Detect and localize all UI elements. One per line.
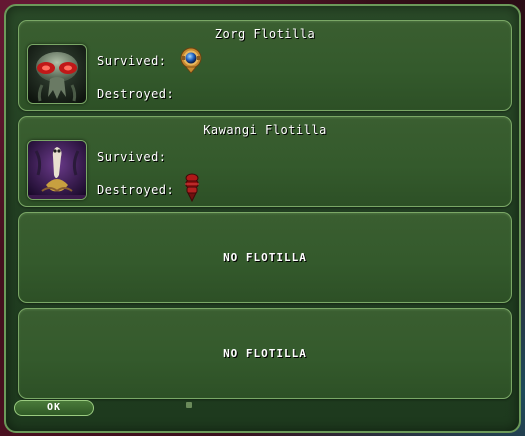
- flotilla-panel-kawangi: Kawangi Flotilla Survived: Destroyed:: [18, 116, 512, 207]
- resize-handle-icon: [186, 402, 192, 408]
- no-flotilla-text: NO FLOTILLA: [223, 251, 307, 264]
- red-segmented-ship-icon[interactable]: [182, 172, 202, 203]
- game-screen: Zorg Flotilla Survived: Destroyed: Kawan…: [0, 0, 525, 436]
- survived-label: Survived:: [97, 54, 167, 68]
- flotilla-name: Zorg Flotilla: [214, 27, 316, 41]
- flotilla-panel-empty: NO FLOTILLA: [18, 212, 512, 303]
- kawangi-alien-portrait: [27, 140, 87, 200]
- blue-orb-ship-icon[interactable]: [179, 46, 203, 74]
- flotilla-report-dialog: Zorg Flotilla Survived: Destroyed: Kawan…: [4, 4, 521, 433]
- ok-button[interactable]: OK: [14, 400, 94, 416]
- flotilla-name: Kawangi Flotilla: [203, 123, 327, 137]
- destroyed-label: Destroyed:: [97, 87, 175, 101]
- flotilla-panel-empty: NO FLOTILLA: [18, 308, 512, 399]
- flotilla-panel-zorg: Zorg Flotilla Survived: Destroyed:: [18, 20, 512, 111]
- destroyed-label: Destroyed:: [97, 183, 175, 197]
- survived-label: Survived:: [97, 150, 167, 164]
- no-flotilla-text: NO FLOTILLA: [223, 347, 307, 360]
- zorg-alien-portrait: [27, 44, 87, 104]
